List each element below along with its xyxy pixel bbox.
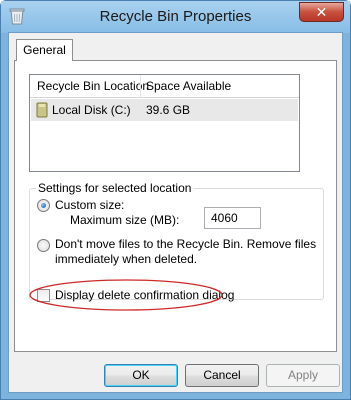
highlight-ellipse xyxy=(29,279,223,311)
settings-group-label: Settings for selected location xyxy=(36,181,194,195)
title-bar[interactable]: Recycle Bin Properties ✕ xyxy=(1,1,350,33)
dont-move-label-line1: Don't move files to the Recycle Bin. Rem… xyxy=(55,237,317,251)
column-header-space[interactable]: Space Available xyxy=(146,79,231,93)
dont-move-label[interactable]: Don't move files to the Recycle Bin. Rem… xyxy=(55,237,316,267)
custom-size-radio[interactable] xyxy=(37,199,50,212)
column-header-location[interactable]: Recycle Bin Location xyxy=(37,79,149,93)
dont-move-label-line2: immediately when deleted. xyxy=(55,252,198,266)
drive-icon xyxy=(36,102,48,118)
recycle-bin-location-list[interactable]: Recycle Bin Location Space Available Loc… xyxy=(29,74,300,172)
max-size-label: Maximum size (MB): xyxy=(70,213,180,227)
custom-size-label[interactable]: Custom size: xyxy=(55,198,124,212)
dont-move-radio[interactable] xyxy=(37,239,50,252)
close-button[interactable]: ✕ xyxy=(299,2,344,22)
max-size-input[interactable]: 4060 xyxy=(204,207,261,229)
window-title: Recycle Bin Properties xyxy=(99,8,252,25)
list-header: Recycle Bin Location Space Available xyxy=(30,75,299,98)
close-icon: ✕ xyxy=(315,4,328,20)
apply-button[interactable]: Apply xyxy=(266,364,340,387)
cancel-button[interactable]: Cancel xyxy=(185,364,259,387)
space-available-cell: 39.6 GB xyxy=(146,103,191,117)
dialog-client-area: General Recycle Bin Location Space Avail… xyxy=(8,32,343,393)
properties-window: Recycle Bin Properties ✕ General Recycle… xyxy=(0,0,351,400)
column-divider[interactable] xyxy=(140,75,141,97)
tab-general[interactable]: General xyxy=(16,39,73,61)
ok-button[interactable]: OK xyxy=(104,364,178,387)
location-cell: Local Disk (C:) xyxy=(52,103,131,117)
list-item[interactable]: Local Disk (C:) 39.6 GB xyxy=(31,99,298,121)
